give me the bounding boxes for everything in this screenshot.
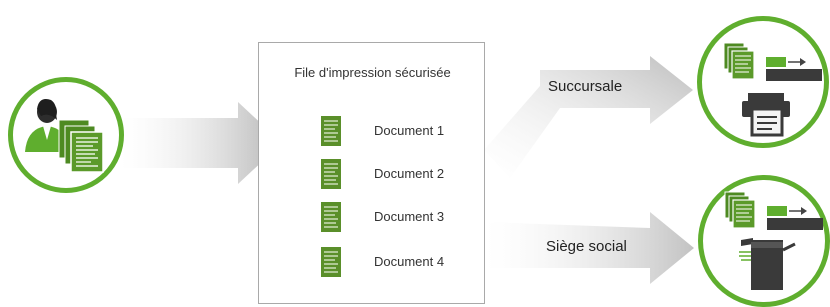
queue-document-3[interactable]: Document 3 bbox=[321, 202, 471, 232]
document-icon bbox=[321, 116, 341, 146]
head-office-circle bbox=[698, 175, 830, 307]
queue-document-1[interactable]: Document 1 bbox=[321, 116, 471, 146]
document-icon bbox=[321, 202, 341, 232]
queue-title: File d'impression sécurisée bbox=[294, 65, 451, 80]
arrow-queue-to-branch bbox=[484, 56, 693, 178]
documents-printer-icon bbox=[723, 42, 822, 137]
queue-document-4[interactable]: Document 4 bbox=[321, 247, 471, 277]
documents-copier-icon bbox=[724, 191, 823, 290]
document-icon bbox=[321, 247, 341, 277]
user-with-documents-icon bbox=[25, 99, 104, 173]
branch-label-siege-social: Siège social bbox=[546, 238, 627, 255]
document-label: Document 1 bbox=[374, 123, 445, 138]
document-label: Document 4 bbox=[374, 254, 445, 269]
document-label: Document 3 bbox=[374, 209, 445, 224]
queue-document-2[interactable]: Document 2 bbox=[321, 159, 471, 189]
branch-office-circle bbox=[697, 16, 829, 148]
document-label: Document 2 bbox=[374, 166, 445, 181]
print-queue-panel: File d'impression sécurisée Document 1 D… bbox=[258, 42, 485, 304]
sender-circle bbox=[8, 77, 124, 193]
branch-label-succursale: Succursale bbox=[548, 78, 623, 95]
document-icon bbox=[321, 159, 341, 189]
